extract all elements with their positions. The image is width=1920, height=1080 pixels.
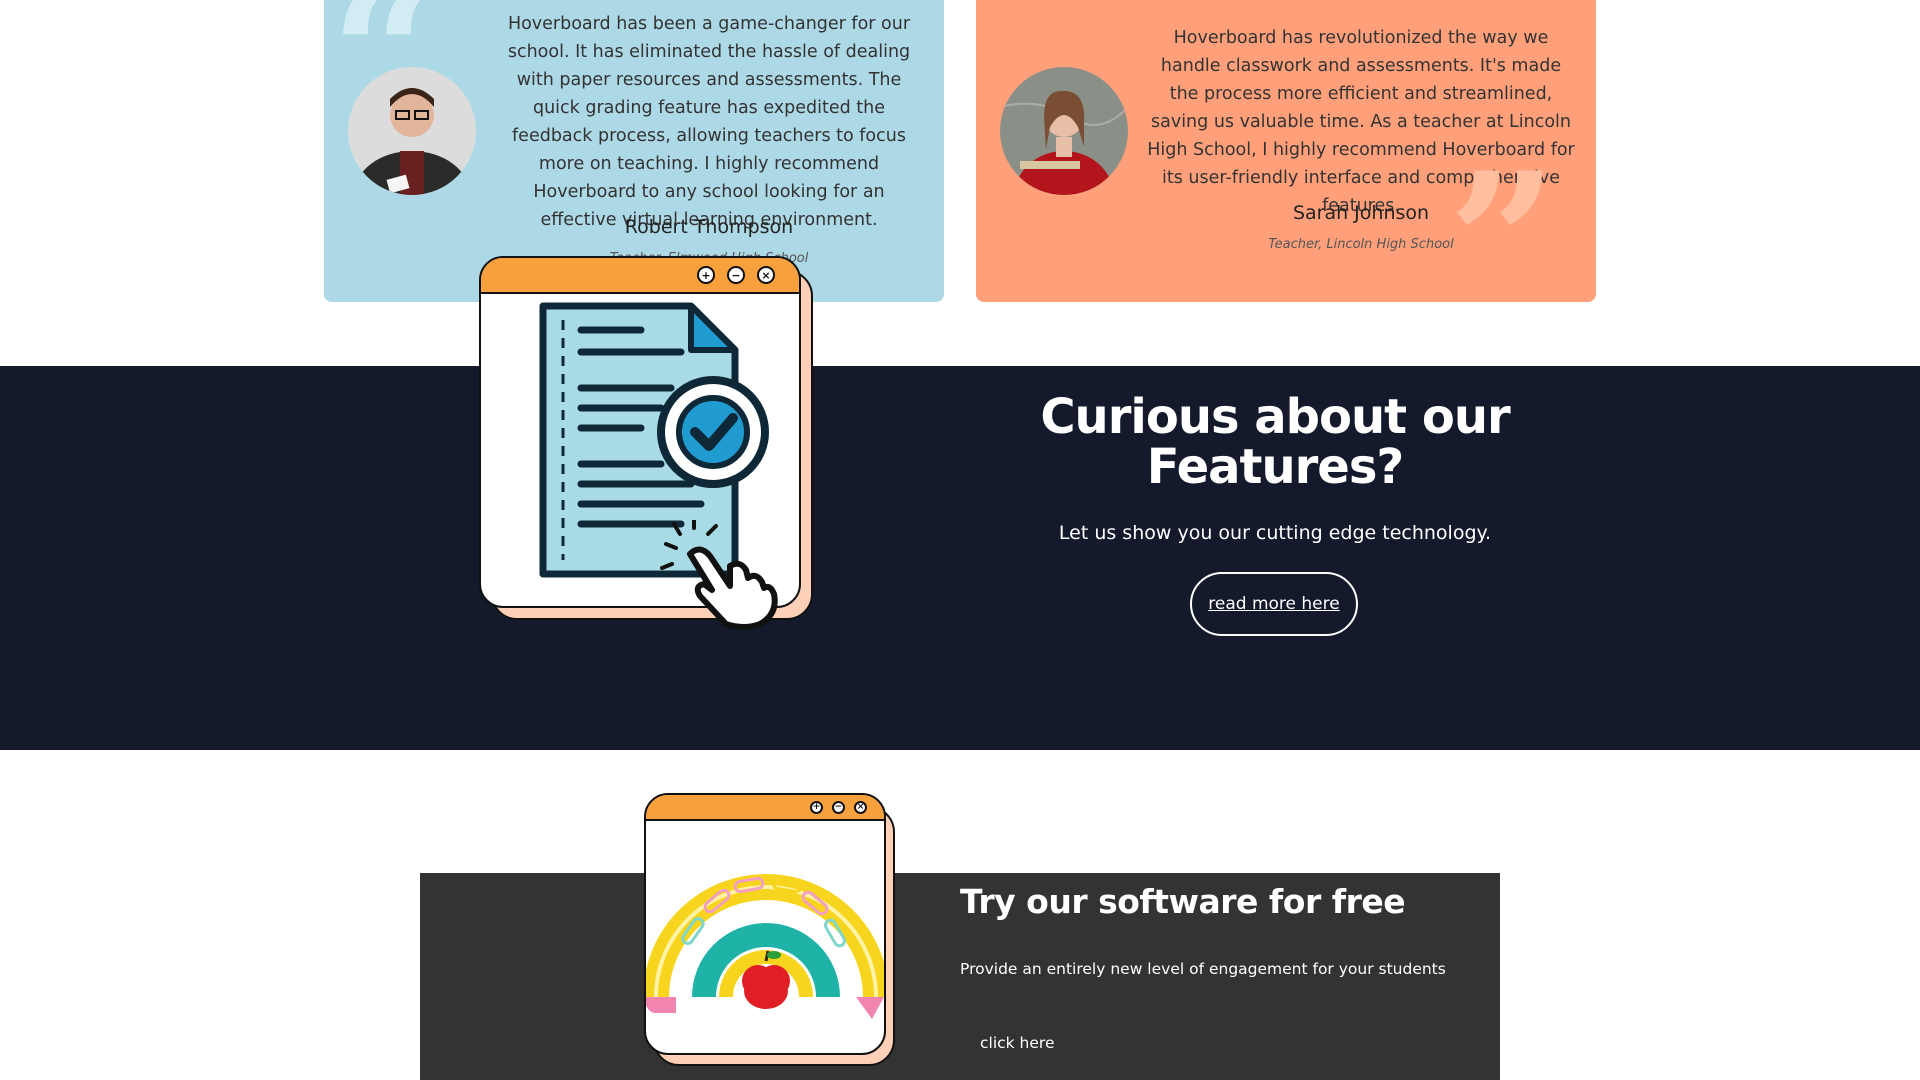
close-icon: ×: [854, 801, 867, 814]
read-more-button[interactable]: read more here: [1190, 572, 1358, 636]
click-here-link[interactable]: click here: [980, 1034, 1055, 1052]
features-section: [0, 366, 1920, 750]
features-heading: Curious about our Features?: [1040, 389, 1510, 495]
trial-heading: Try our software for free: [960, 882, 1406, 921]
maximize-icon: +: [810, 801, 823, 814]
testimonial-author: Robert Thompson: [624, 216, 794, 238]
minimize-icon: −: [832, 801, 845, 814]
trial-subheading: Provide an entirely new level of engagem…: [960, 960, 1446, 978]
close-icon: ×: [757, 266, 775, 284]
minimize-icon: −: [727, 266, 745, 284]
avatar-robert: [348, 67, 476, 195]
avatar-sarah: [1000, 67, 1128, 195]
features-subheading: Let us show you our cutting edge technol…: [1058, 522, 1492, 544]
rainbow-icon: [646, 874, 884, 1019]
window-titlebar: + − ×: [646, 795, 884, 821]
window-titlebar: + − ×: [481, 258, 799, 294]
maximize-icon: +: [697, 266, 715, 284]
rainbow-window: + − ×: [644, 793, 886, 1055]
testimonial-card-sarah: Hoverboard has revolutionized the way we…: [976, 0, 1596, 302]
quote-icon: ”: [1448, 131, 1558, 303]
pointer-hand-icon: [660, 520, 778, 630]
testimonial-text: Hoverboard has been a game-changer for o…: [507, 14, 911, 230]
